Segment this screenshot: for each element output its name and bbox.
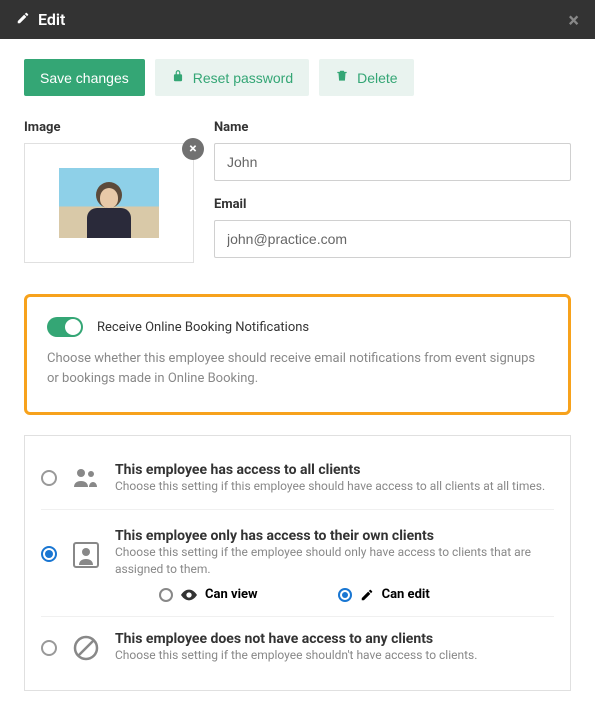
email-input[interactable] (214, 220, 571, 258)
email-label: Email (214, 197, 571, 212)
modal-title: Edit (38, 10, 65, 29)
access-option-own[interactable]: This employee only has access to their o… (41, 510, 554, 618)
notifications-toggle[interactable] (47, 317, 83, 337)
delete-label: Delete (357, 70, 397, 86)
access-option-none[interactable]: This employee does not have access to an… (41, 617, 554, 678)
reset-password-label: Reset password (193, 70, 293, 86)
access-sub-all: Choose this setting if this employee sho… (115, 478, 554, 495)
edit-icon (16, 10, 30, 29)
close-icon[interactable]: × (568, 8, 579, 32)
permission-view[interactable]: Can view (159, 587, 258, 602)
reset-password-button[interactable]: Reset password (155, 59, 309, 96)
toolbar: Save changes Reset password Delete (24, 59, 571, 96)
permission-edit-label: Can edit (382, 587, 430, 602)
access-sub-own: Choose this setting if the employee shou… (115, 544, 554, 578)
access-radio-all[interactable] (41, 470, 57, 486)
name-label: Name (214, 120, 571, 135)
modal-header: Edit × (0, 0, 595, 39)
remove-image-icon[interactable]: × (182, 138, 204, 160)
edit-employee-modal: Edit × Save changes Reset password Delet… (0, 0, 595, 711)
access-option-all[interactable]: This employee has access to all clients … (41, 448, 554, 510)
save-button[interactable]: Save changes (24, 59, 145, 96)
avatar (59, 168, 159, 238)
image-preview[interactable] (24, 143, 194, 263)
eye-icon (181, 589, 197, 601)
delete-button[interactable]: Delete (319, 59, 413, 96)
lock-icon (171, 69, 185, 86)
fields-column: Name Email (214, 120, 571, 274)
permission-edit[interactable]: Can edit (338, 587, 430, 602)
name-input[interactable] (214, 143, 571, 181)
permission-view-label: Can view (205, 587, 258, 602)
people-icon (71, 463, 101, 493)
image-label: Image (24, 120, 194, 135)
image-column: Image × (24, 120, 194, 274)
permission-edit-radio[interactable] (338, 588, 352, 602)
no-access-icon (71, 633, 101, 663)
form-row: Image × Name Email (24, 120, 571, 274)
notifications-hint: Choose whether this employee should rece… (47, 349, 548, 388)
access-title-all: This employee has access to all clients (115, 462, 554, 478)
client-access-panel: This employee has access to all clients … (24, 435, 571, 691)
permission-view-radio[interactable] (159, 588, 173, 602)
access-sub-none: Choose this setting if the employee shou… (115, 647, 554, 664)
notifications-label: Receive Online Booking Notifications (97, 320, 309, 335)
person-box-icon (71, 540, 101, 570)
modal-body: Save changes Reset password Delete Image (0, 39, 595, 711)
pencil-icon (360, 588, 374, 602)
access-radio-own[interactable] (41, 546, 57, 562)
trash-icon (335, 69, 349, 86)
access-title-none: This employee does not have access to an… (115, 631, 554, 647)
notifications-section: Receive Online Booking Notifications Cho… (24, 294, 571, 415)
access-title-own: This employee only has access to their o… (115, 528, 554, 544)
access-radio-none[interactable] (41, 640, 57, 656)
